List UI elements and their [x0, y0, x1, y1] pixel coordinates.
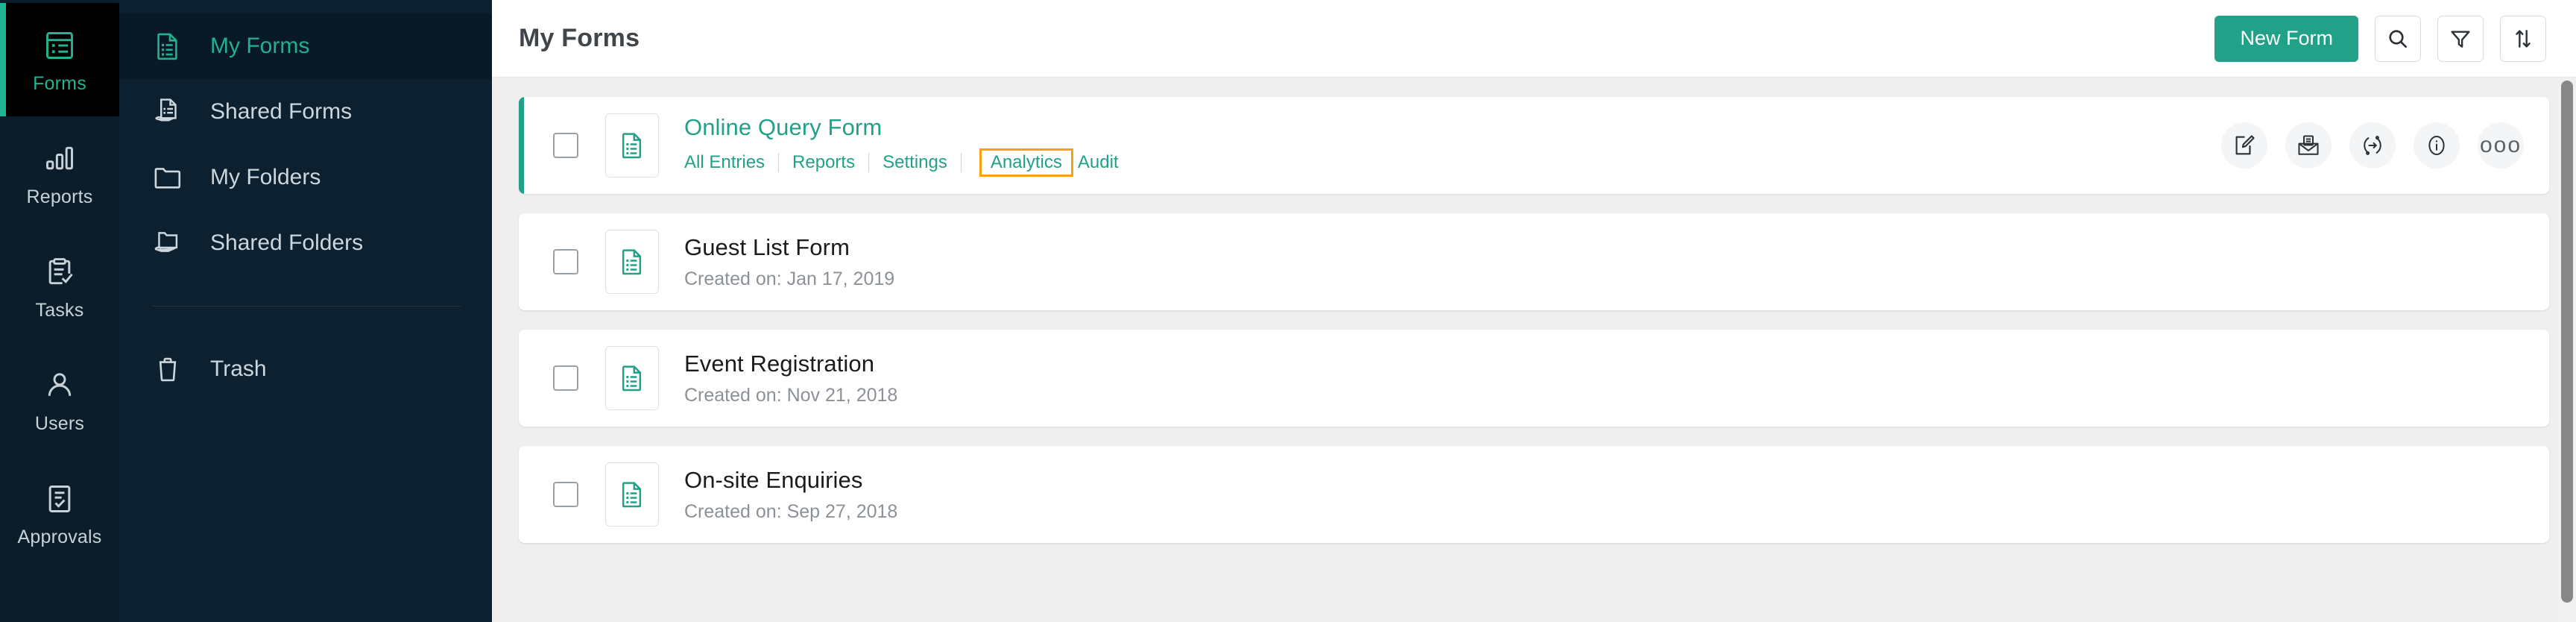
form-name[interactable]: On-site Enquiries — [684, 467, 897, 494]
approval-icon — [43, 480, 76, 518]
form-card[interactable]: Event Registration Created on: Nov 21, 2… — [519, 330, 2549, 427]
form-checkbox[interactable] — [553, 133, 578, 158]
rail-item-label: Tasks — [35, 299, 84, 321]
form-checkbox[interactable] — [553, 482, 578, 507]
rail-item-forms[interactable]: Forms — [0, 3, 119, 116]
filter-icon — [2449, 27, 2472, 51]
rail-item-users[interactable]: Users — [0, 343, 119, 456]
rail-item-label: Forms — [33, 72, 86, 94]
sidebar-item-label: My Folders — [210, 165, 321, 189]
form-link-analytics[interactable]: Analytics — [979, 148, 1073, 177]
scrollbar-thumb[interactable] — [2561, 81, 2573, 603]
form-link-all-entries[interactable]: All Entries — [684, 152, 765, 173]
sidebar-item-my-folders[interactable]: My Folders — [119, 145, 492, 210]
integrations-button[interactable] — [2349, 122, 2396, 169]
more-options-button[interactable]: ooo — [2478, 122, 2524, 169]
edit-pencil-icon — [2232, 133, 2256, 157]
shared-folder-icon — [151, 226, 185, 260]
form-actions: ooo — [2221, 122, 2524, 169]
app-window: Forms Reports Tasks Users Approvals My F… — [0, 0, 2576, 622]
sidebar-item-label: Shared Folders — [210, 230, 364, 255]
shared-document-icon — [151, 95, 185, 129]
form-thumbnail — [605, 113, 659, 178]
form-link-reports[interactable]: Reports — [792, 152, 855, 173]
form-name-link[interactable]: Online Query Form — [684, 114, 1119, 141]
form-checkbox[interactable] — [553, 365, 578, 391]
sidebar-item-label: Trash — [210, 356, 267, 381]
form-checkbox[interactable] — [553, 249, 578, 274]
search-button[interactable] — [2375, 15, 2421, 62]
circular-arrow-icon — [2361, 133, 2384, 157]
sort-button[interactable] — [2500, 15, 2546, 62]
page-title: My Forms — [519, 24, 640, 52]
sidebar-item-shared-folders[interactable]: Shared Folders — [119, 210, 492, 276]
document-list-icon — [151, 29, 185, 63]
filter-button[interactable] — [2437, 15, 2484, 62]
form-thumbnail — [605, 230, 659, 294]
rail-item-label: Reports — [26, 186, 93, 207]
form-info: On-site Enquiries Created on: Sep 27, 20… — [684, 467, 897, 523]
clipboard-check-icon — [43, 254, 76, 291]
link-separator — [868, 153, 870, 172]
page-header: My Forms New Form — [492, 0, 2576, 78]
link-separator — [960, 153, 962, 172]
secondary-sidebar: My Forms Shared Forms My Folders Shared … — [119, 0, 492, 622]
form-link-settings[interactable]: Settings — [883, 152, 947, 173]
form-name[interactable]: Event Registration — [684, 351, 897, 377]
info-icon — [2425, 133, 2449, 157]
form-card[interactable]: Online Query Form All Entries Reports Se… — [519, 97, 2549, 194]
new-form-button[interactable]: New Form — [2214, 15, 2358, 62]
main-content: My Forms New Form Online Query Form All … — [492, 0, 2576, 622]
form-info: Online Query Form All Entries Reports Se… — [684, 114, 1119, 177]
share-form-button[interactable] — [2285, 122, 2332, 169]
search-icon — [2386, 27, 2410, 51]
form-card[interactable]: On-site Enquiries Created on: Sep 27, 20… — [519, 446, 2549, 543]
rail-item-reports[interactable]: Reports — [0, 116, 119, 230]
user-icon — [43, 367, 76, 404]
more-dots-icon: ooo — [2479, 133, 2522, 157]
form-thumbnail — [605, 346, 659, 410]
edit-form-button[interactable] — [2221, 122, 2267, 169]
link-separator — [778, 153, 780, 172]
rail-item-tasks[interactable]: Tasks — [0, 230, 119, 343]
form-card[interactable]: Guest List Form Created on: Jan 17, 2019 — [519, 213, 2549, 310]
forms-list: Online Query Form All Entries Reports Se… — [492, 78, 2576, 622]
folder-icon — [151, 160, 185, 195]
sidebar-item-trash[interactable]: Trash — [119, 336, 492, 402]
forms-icon — [43, 27, 76, 64]
form-link-audit[interactable]: Audit — [1078, 152, 1119, 173]
form-created-date: Created on: Sep 27, 2018 — [684, 500, 898, 522]
info-button[interactable] — [2414, 122, 2460, 169]
sidebar-item-label: Shared Forms — [210, 99, 353, 124]
trash-icon — [151, 352, 185, 386]
form-thumbnail — [605, 462, 659, 527]
form-created-date: Created on: Nov 21, 2018 — [684, 384, 898, 406]
envelope-icon — [2296, 133, 2320, 157]
form-info: Event Registration Created on: Nov 21, 2… — [684, 351, 897, 406]
rail-item-label: Users — [34, 412, 85, 434]
form-name[interactable]: Guest List Form — [684, 234, 894, 261]
sidebar-divider — [152, 306, 461, 307]
sidebar-item-shared-forms[interactable]: Shared Forms — [119, 79, 492, 145]
form-created-date: Created on: Jan 17, 2019 — [684, 268, 895, 289]
primary-nav-rail: Forms Reports Tasks Users Approvals — [0, 0, 119, 622]
bar-chart-icon — [43, 140, 76, 178]
form-info: Guest List Form Created on: Jan 17, 2019 — [684, 234, 894, 290]
header-actions: New Form — [2214, 15, 2546, 62]
sidebar-item-my-forms[interactable]: My Forms — [119, 13, 492, 79]
sort-icon — [2511, 27, 2535, 51]
rail-item-label: Approvals — [17, 526, 102, 547]
sidebar-item-label: My Forms — [210, 34, 310, 58]
rail-item-approvals[interactable]: Approvals — [0, 456, 119, 570]
form-sublinks: All Entries Reports Settings Analytics A… — [684, 148, 1119, 177]
